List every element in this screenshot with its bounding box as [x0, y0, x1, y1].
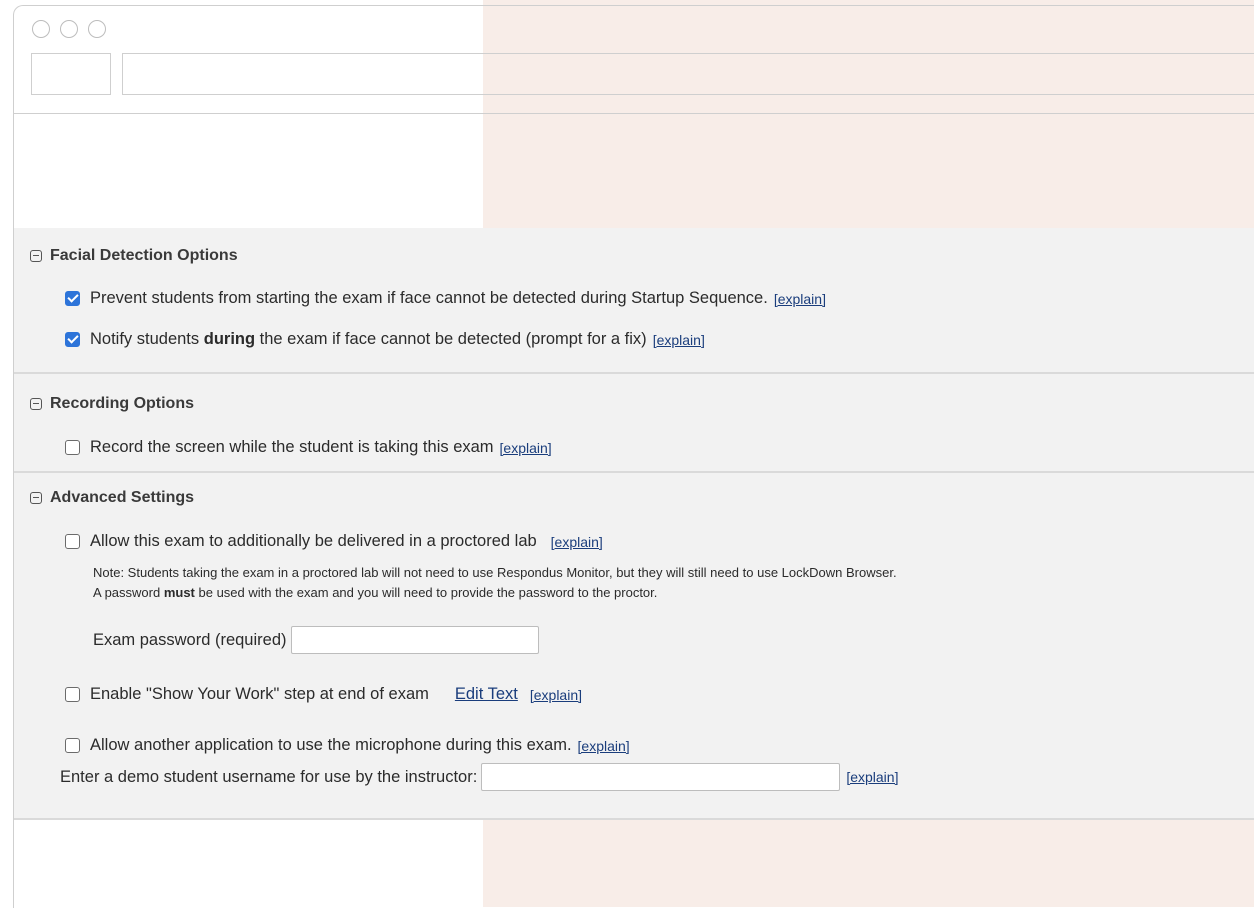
- window-close-dot[interactable]: [32, 20, 50, 38]
- proctored-lab-note: Note: Students taking the exam in a proc…: [14, 563, 897, 603]
- settings-panel: Facial Detection Options Prevent student…: [14, 228, 1254, 820]
- collapse-icon[interactable]: [30, 492, 42, 504]
- explain-link[interactable]: [explain]: [653, 332, 705, 348]
- option-show-your-work: Enable "Show Your Work" step at end of e…: [14, 685, 582, 704]
- explain-link[interactable]: [explain]: [530, 687, 582, 703]
- option-notify-during: Notify students during the exam if face …: [14, 330, 705, 349]
- window-minimize-dot[interactable]: [60, 20, 78, 38]
- edit-text-link[interactable]: Edit Text: [455, 685, 518, 704]
- option-prevent-start: Prevent students from starting the exam …: [14, 289, 826, 308]
- browser-window: Facial Detection Options Prevent student…: [13, 5, 1254, 908]
- microphone-checkbox[interactable]: [65, 738, 80, 753]
- recording-section: Recording Options Record the screen whil…: [14, 374, 1254, 473]
- explain-link[interactable]: [explain]: [551, 534, 603, 550]
- demo-username-label: Enter a demo student username for use by…: [60, 767, 478, 786]
- prevent-start-checkbox[interactable]: [65, 291, 80, 306]
- notify-during-checkbox[interactable]: [65, 332, 80, 347]
- note-line: Note: Students taking the exam in a proc…: [93, 565, 897, 580]
- demo-username-input[interactable]: [481, 763, 841, 791]
- section-title: Advanced Settings: [50, 489, 195, 506]
- option-label: Notify students during the exam if face …: [90, 330, 647, 348]
- facial-detection-section: Facial Detection Options Prevent student…: [14, 228, 1254, 374]
- explain-link[interactable]: [explain]: [578, 738, 630, 754]
- demo-username-row: Enter a demo student username for use by…: [60, 763, 898, 791]
- option-label: Prevent students from starting the exam …: [90, 289, 768, 307]
- advanced-settings-section: Advanced Settings Allow this exam to add…: [14, 473, 1254, 820]
- show-your-work-checkbox[interactable]: [65, 687, 80, 702]
- explain-link[interactable]: [explain]: [774, 291, 826, 307]
- option-label: Allow this exam to additionally be deliv…: [90, 532, 537, 550]
- section-title: Recording Options: [50, 395, 194, 412]
- facial-detection-header[interactable]: Facial Detection Options: [14, 247, 238, 265]
- explain-link[interactable]: [explain]: [846, 769, 898, 785]
- option-record-screen: Record the screen while the student is t…: [14, 438, 552, 457]
- browser-nav-box[interactable]: [31, 53, 111, 95]
- collapse-icon[interactable]: [30, 250, 42, 262]
- proctored-lab-checkbox[interactable]: [65, 534, 80, 549]
- window-zoom-dot[interactable]: [88, 20, 106, 38]
- section-title: Facial Detection Options: [50, 247, 238, 264]
- collapse-icon[interactable]: [30, 398, 42, 410]
- option-microphone: Allow another application to use the mic…: [14, 736, 630, 755]
- option-label: Record the screen while the student is t…: [90, 438, 494, 456]
- option-proctored-lab: Allow this exam to additionally be deliv…: [14, 532, 603, 551]
- recording-header[interactable]: Recording Options: [14, 395, 194, 413]
- exam-password-label: Exam password (required): [93, 630, 287, 649]
- explain-link[interactable]: [explain]: [500, 440, 552, 456]
- exam-password-row: Exam password (required): [93, 626, 539, 654]
- note-line: A password must be used with the exam an…: [93, 585, 658, 600]
- browser-chrome: [14, 6, 1254, 114]
- option-label: Enable "Show Your Work" step at end of e…: [90, 685, 429, 703]
- option-label: Allow another application to use the mic…: [90, 736, 572, 754]
- advanced-settings-header[interactable]: Advanced Settings: [14, 489, 194, 507]
- record-screen-checkbox[interactable]: [65, 440, 80, 455]
- browser-address-bar[interactable]: [122, 53, 1254, 95]
- exam-password-input[interactable]: [290, 626, 539, 654]
